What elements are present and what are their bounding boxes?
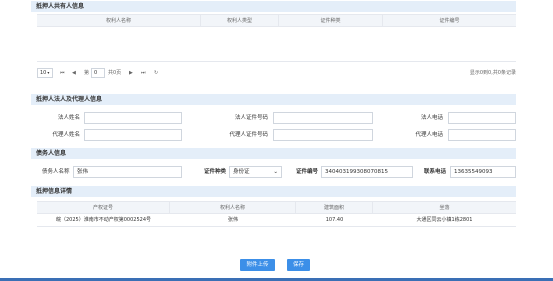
legal-id-label: 法人证件号码 bbox=[234, 115, 268, 121]
id-type-select[interactable]: 身份证 ⌄ bbox=[229, 166, 282, 178]
section-title: 抵押人共有人信息 bbox=[36, 3, 85, 10]
column-header: 坐落 bbox=[439, 205, 450, 211]
table-cell: 大通区同云小镇1栋2801 bbox=[416, 217, 473, 223]
pager-summary: 显示0到0,共0条记录 bbox=[469, 70, 516, 76]
page-prefix: 第 bbox=[84, 70, 90, 76]
id-number-input[interactable]: 340403199308070815 bbox=[321, 166, 413, 178]
section-title: 抵押信息详情 bbox=[36, 188, 73, 195]
section-header-legal-agent: 抵押人法人及代理人信息 bbox=[31, 94, 516, 105]
last-page-icon[interactable]: ⏭ bbox=[141, 68, 146, 78]
agent-name-input[interactable] bbox=[84, 129, 182, 141]
co-mortgagor-table-header: 权利人名称 权利人类型 证件种类 证件编号 bbox=[37, 14, 516, 27]
save-button[interactable]: 保存 bbox=[287, 259, 310, 271]
table-cell: 张伟 bbox=[227, 217, 238, 223]
agent-id-label: 代理人证件号码 bbox=[229, 132, 268, 138]
legal-name-input[interactable] bbox=[84, 112, 182, 124]
legal-name-label: 法人姓名 bbox=[57, 115, 80, 121]
section-header-co-mortgagor: 抵押人共有人信息 bbox=[31, 1, 516, 12]
legal-phone-input[interactable] bbox=[448, 112, 516, 124]
page-size-select[interactable]: 10▾ bbox=[37, 68, 53, 78]
phone-label: 联系电话 bbox=[424, 169, 447, 175]
column-header: 产权证号 bbox=[37, 202, 170, 214]
upload-attachment-button[interactable]: 附件上传 bbox=[240, 259, 275, 271]
section-title: 抵押人法人及代理人信息 bbox=[36, 96, 103, 103]
co-mortgagor-table-body bbox=[37, 27, 516, 62]
column-header: 权利人名称 bbox=[37, 15, 201, 27]
prev-page-icon[interactable]: ◀ bbox=[72, 68, 76, 78]
column-header: 证件编号 bbox=[439, 18, 460, 24]
chevron-down-icon: ⌄ bbox=[273, 169, 278, 175]
table-cell: 皖（2025）淮南市不动产权第0002524号 bbox=[56, 217, 151, 223]
debtor-name-input[interactable]: 张伟 bbox=[73, 166, 182, 178]
first-page-icon[interactable]: ⏮ bbox=[60, 68, 65, 78]
column-header: 权利人名称 bbox=[170, 202, 296, 214]
section-header-debtor: 债务人信息 bbox=[31, 148, 516, 159]
debtor-name-label: 债务人名称 bbox=[42, 169, 70, 175]
next-page-icon[interactable]: ▶ bbox=[129, 68, 133, 78]
id-number-label: 证件编号 bbox=[296, 169, 319, 175]
legal-phone-label: 法人电话 bbox=[420, 115, 443, 121]
table-cell: 107.40 bbox=[325, 217, 344, 223]
agent-id-input[interactable] bbox=[273, 129, 373, 141]
section-title: 债务人信息 bbox=[36, 150, 67, 157]
agent-phone-label: 代理人电话 bbox=[415, 132, 443, 138]
phone-input[interactable]: 13635549093 bbox=[450, 166, 516, 178]
agent-phone-input[interactable] bbox=[448, 129, 516, 141]
legal-id-input[interactable] bbox=[273, 112, 373, 124]
section-header-mortgage-detail: 抵押信息详情 bbox=[31, 186, 516, 197]
agent-name-label: 代理人姓名 bbox=[52, 132, 80, 138]
column-header: 建筑面积 bbox=[296, 202, 373, 214]
column-header: 权利人类型 bbox=[201, 15, 279, 27]
page-total: 共0页 bbox=[108, 70, 122, 76]
table-row[interactable]: 皖（2025）淮南市不动产权第0002524号 张伟 107.40 大通区同云小… bbox=[37, 214, 516, 227]
detail-table-header: 产权证号 权利人名称 建筑面积 坐落 bbox=[37, 201, 516, 214]
id-type-label: 证件种类 bbox=[204, 169, 227, 175]
page-number-input[interactable]: 0 bbox=[91, 68, 105, 78]
column-header: 证件种类 bbox=[279, 15, 383, 27]
refresh-icon[interactable]: ↻ bbox=[154, 68, 158, 78]
